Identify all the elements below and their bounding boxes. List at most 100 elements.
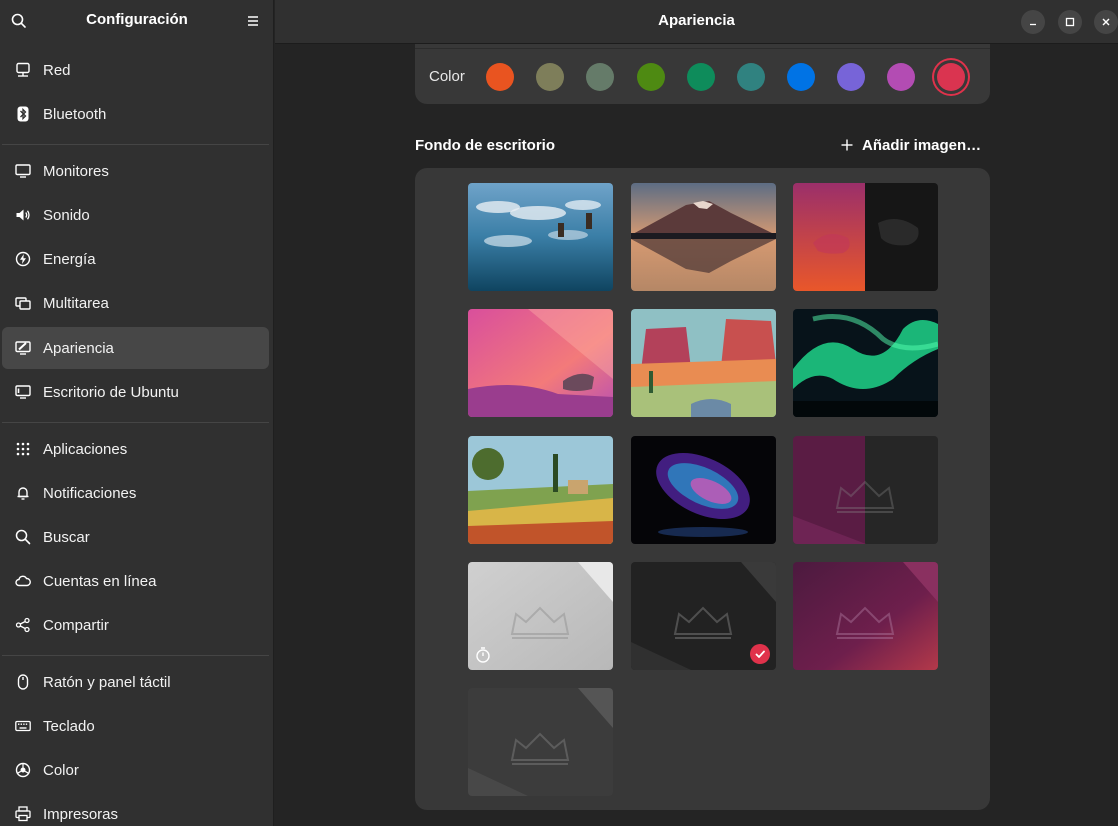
- accent-swatch-purple[interactable]: [837, 63, 865, 91]
- bell-icon: [15, 485, 31, 501]
- sidebar-item-label: Escritorio de Ubuntu: [43, 383, 179, 401]
- accent-color-label: Color: [429, 68, 465, 85]
- accent-color-card: Color: [415, 44, 990, 104]
- share-icon: [15, 617, 31, 633]
- sidebar-item-buscar[interactable]: Buscar: [2, 516, 269, 558]
- sidebar-item-sonido[interactable]: Sonido: [2, 194, 269, 236]
- sidebar-item-teclado[interactable]: Teclado: [2, 705, 269, 747]
- sidebar: Configuración Red Bluetooth Monitores So…: [0, 0, 274, 826]
- sidebar-item-aplicaciones[interactable]: Aplicaciones: [2, 428, 269, 470]
- maximize-icon: [1065, 17, 1075, 27]
- sidebar-separator: [2, 655, 269, 656]
- accent-swatch-orange[interactable]: [486, 63, 514, 91]
- wallpaper-thumbnail-warty-gray[interactable]: [468, 688, 613, 796]
- sidebar-item-red[interactable]: Red: [2, 49, 269, 91]
- sidebar-item-escritorio-ubuntu[interactable]: Escritorio de Ubuntu: [2, 371, 269, 413]
- printer-icon: [15, 806, 31, 822]
- wallpaper-grid: [415, 168, 990, 810]
- page-title: Apariencia: [658, 12, 735, 29]
- sidebar-item-label: Apariencia: [43, 339, 114, 357]
- monitor-icon: [15, 163, 31, 179]
- sidebar-item-notificaciones[interactable]: Notificaciones: [2, 472, 269, 514]
- sidebar-title: Configuración: [86, 11, 188, 28]
- mouse-icon: [15, 674, 31, 690]
- wallpaper-thumbnail-mountain-sunset[interactable]: [631, 183, 776, 291]
- accent-swatch-magenta[interactable]: [887, 63, 915, 91]
- wallpaper-thumbnail-numbat-split[interactable]: [793, 183, 938, 291]
- wallpaper-thumbnail-warty-purple-split[interactable]: [793, 436, 938, 544]
- wallpaper-thumbnail-warty-dark[interactable]: [631, 562, 776, 670]
- wallpaper-thumbnail-aurora[interactable]: [793, 309, 938, 417]
- sidebar-item-impresoras[interactable]: Impresoras: [2, 793, 269, 826]
- sidebar-item-label: Aplicaciones: [43, 440, 128, 458]
- sidebar-item-label: Monitores: [43, 162, 109, 180]
- wallpaper-thumbnail-desert-mesas[interactable]: [631, 309, 776, 417]
- sidebar-item-label: Color: [43, 761, 79, 779]
- sidebar-item-label: Compartir: [43, 616, 109, 634]
- keyboard-icon: [15, 718, 31, 734]
- sidebar-item-label: Red: [43, 61, 71, 79]
- wallpaper-thumbnail-glass-bulb[interactable]: [631, 436, 776, 544]
- sidebar-item-label: Bluetooth: [43, 105, 107, 123]
- close-button[interactable]: [1094, 10, 1118, 34]
- sidebar-item-raton[interactable]: Ratón y panel táctil: [2, 661, 269, 703]
- wallpaper-thumbnail-numbat-pink[interactable]: [468, 309, 613, 417]
- divider: [415, 48, 990, 49]
- wallpaper-thumbnail-warty-purple[interactable]: [793, 562, 938, 670]
- accent-swatch-red[interactable]: [937, 63, 965, 91]
- wallpaper-section-title: Fondo de escritorio: [415, 137, 556, 154]
- accent-swatch-prussian-green[interactable]: [737, 63, 765, 91]
- sidebar-item-color[interactable]: Color: [2, 749, 269, 791]
- wallpaper-thumbnail-clouds-lake[interactable]: [468, 183, 613, 291]
- sidebar-item-monitores[interactable]: Monitores: [2, 150, 269, 192]
- sidebar-item-label: Ratón y panel táctil: [43, 673, 171, 691]
- sidebar-item-label: Multitarea: [43, 294, 109, 312]
- sidebar-item-label: Cuentas en línea: [43, 572, 157, 590]
- appearance-icon: [15, 340, 31, 356]
- timed-wallpaper-icon: [476, 647, 490, 663]
- accent-swatch-bark[interactable]: [536, 63, 564, 91]
- selected-check-icon: [750, 644, 770, 664]
- close-icon: [1102, 18, 1110, 26]
- sidebar-item-label: Energía: [43, 250, 96, 268]
- sidebar-item-multitarea[interactable]: Multitarea: [2, 282, 269, 324]
- wallpaper-thumbnail-countryside[interactable]: [468, 436, 613, 544]
- header-bar: Apariencia: [275, 0, 1118, 44]
- apps-grid-icon: [15, 441, 31, 457]
- sidebar-item-label: Teclado: [43, 717, 95, 735]
- sidebar-item-label: Notificaciones: [43, 484, 137, 502]
- sidebar-item-apariencia[interactable]: Apariencia: [2, 327, 269, 369]
- sidebar-item-energia[interactable]: Energía: [2, 238, 269, 280]
- sidebar-item-label: Sonido: [43, 206, 90, 224]
- sound-icon: [15, 207, 31, 223]
- accent-swatch-sage[interactable]: [586, 63, 614, 91]
- accent-swatch-olive[interactable]: [637, 63, 665, 91]
- plus-icon: [841, 139, 853, 151]
- cloud-icon: [15, 573, 31, 589]
- sidebar-item-label: Buscar: [43, 528, 90, 546]
- accent-swatch-viridian[interactable]: [687, 63, 715, 91]
- wallpaper-thumbnail-warty-light[interactable]: [468, 562, 613, 670]
- sidebar-item-cuentas[interactable]: Cuentas en línea: [2, 560, 269, 602]
- ubuntu-desktop-icon: [15, 384, 31, 400]
- search-icon: [15, 529, 31, 545]
- minimize-button[interactable]: [1021, 10, 1045, 34]
- sidebar-separator: [2, 144, 269, 145]
- add-image-button[interactable]: Añadir imagen…: [840, 134, 981, 156]
- add-image-label: Añadir imagen…: [862, 136, 982, 154]
- sidebar-item-label: Impresoras: [43, 805, 119, 823]
- sidebar-item-compartir[interactable]: Compartir: [2, 604, 269, 646]
- sidebar-separator: [2, 422, 269, 423]
- accent-swatch-blue[interactable]: [787, 63, 815, 91]
- maximize-button[interactable]: [1058, 10, 1082, 34]
- color-icon: [15, 762, 31, 778]
- minimize-icon: [1030, 23, 1036, 26]
- multitask-icon: [15, 295, 31, 311]
- main-menu-button[interactable]: [242, 10, 264, 32]
- sidebar-item-bluetooth[interactable]: Bluetooth: [2, 93, 269, 135]
- power-icon: [15, 251, 31, 267]
- hamburger-icon: [248, 16, 258, 26]
- sidebar-header: Configuración: [0, 0, 274, 42]
- network-icon: [15, 62, 31, 78]
- bluetooth-icon: [15, 106, 31, 122]
